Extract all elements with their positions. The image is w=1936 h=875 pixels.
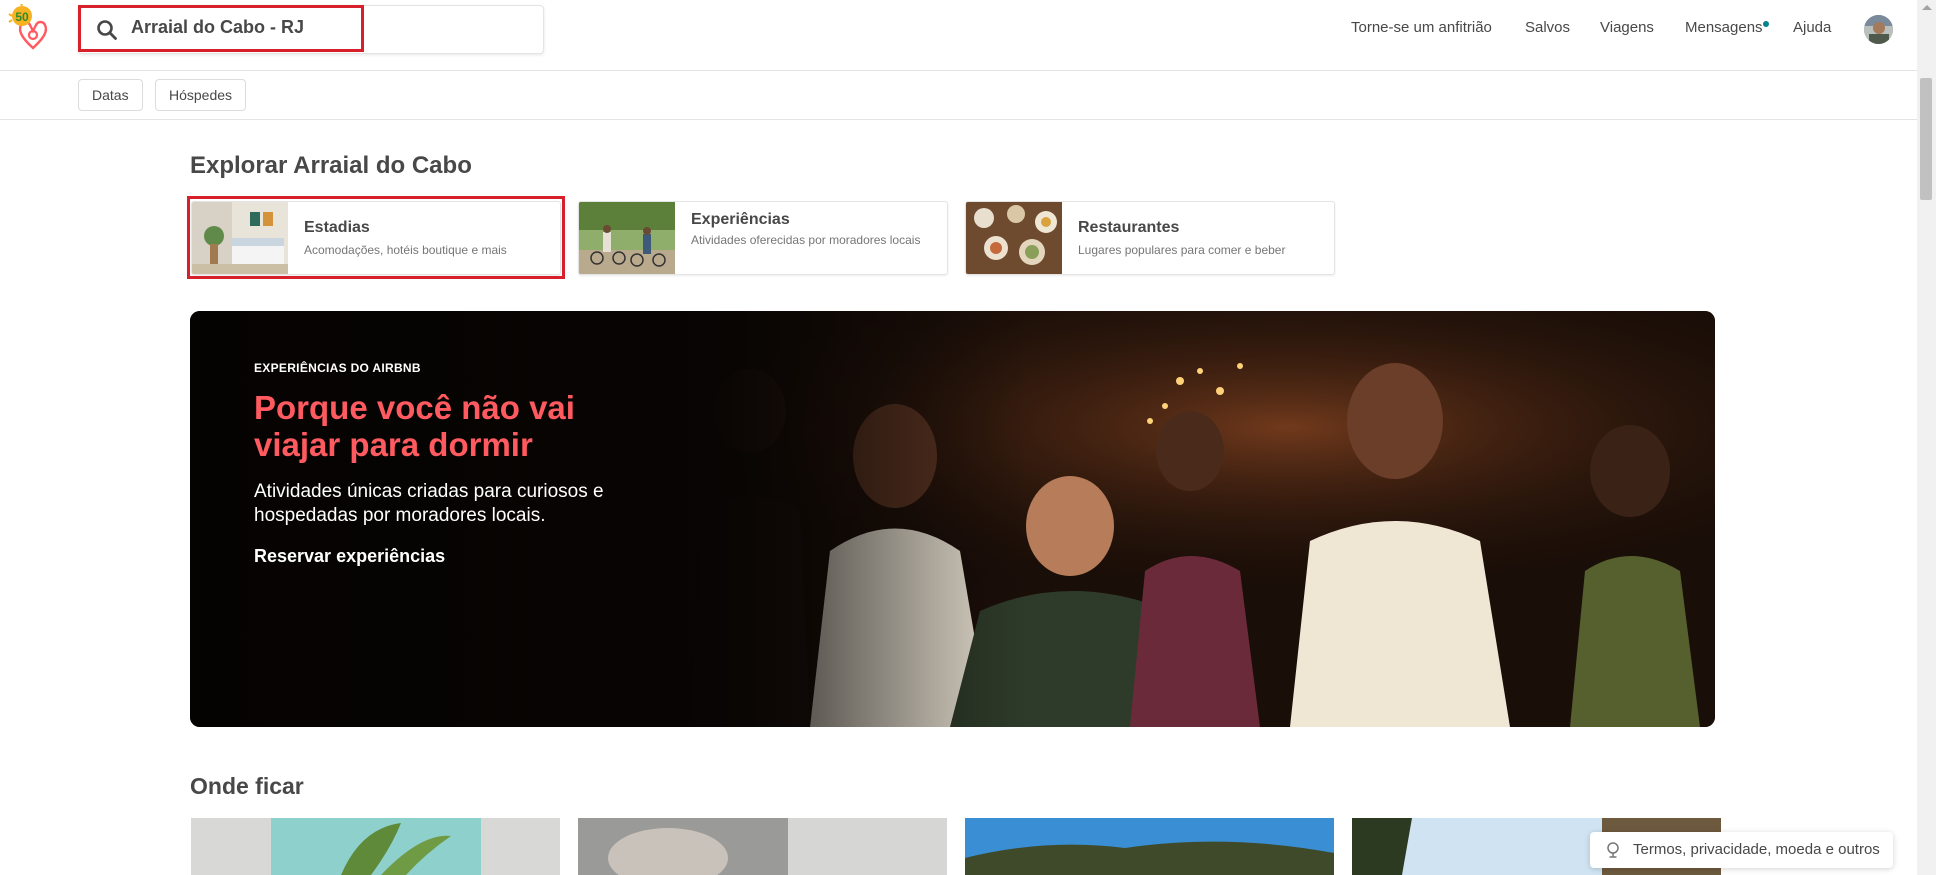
filter-bar: Datas Hóspedes xyxy=(0,71,1917,120)
explore-title: Explorar Arraial do Cabo xyxy=(190,152,472,179)
nav-saved[interactable]: Salvos xyxy=(1525,19,1570,36)
sun-badge: 50 xyxy=(8,4,32,26)
globe-icon xyxy=(1607,842,1619,858)
category-card-experiences[interactable]: Experiências Atividades oferecidas por m… xyxy=(578,201,948,275)
listing-photo xyxy=(965,818,1334,875)
listing-card[interactable] xyxy=(578,818,947,875)
header: 50 Arraial do Cabo - RJ Torne-se um anfi… xyxy=(0,0,1917,71)
listing-card[interactable] xyxy=(965,818,1334,875)
search-query[interactable]: Arraial do Cabo - RJ xyxy=(131,17,304,38)
nav-trips[interactable]: Viagens xyxy=(1600,19,1654,36)
footer-label: Termos, privacidade, moeda e outros xyxy=(1633,841,1880,858)
hero-subtitle: Atividades únicas criadas para curiosos … xyxy=(254,481,604,526)
category-subtitle-stays: Acomodações, hotéis boutique e mais xyxy=(304,243,507,257)
restaurants-thumbnail xyxy=(966,202,1062,274)
terms-privacy-button[interactable]: Termos, privacidade, moeda e outros xyxy=(1590,832,1893,868)
category-card-stays[interactable]: Estadias Acomodações, hotéis boutique e … xyxy=(191,201,561,275)
where-to-stay-title: Onde ficar xyxy=(190,773,304,799)
listing-card[interactable] xyxy=(191,818,560,875)
hero-eyebrow: EXPERIÊNCIAS DO AIRBNB xyxy=(254,361,421,375)
book-experiences-link[interactable]: Reservar experiências xyxy=(254,546,445,567)
dates-filter-button[interactable]: Datas xyxy=(78,79,143,111)
avatar[interactable] xyxy=(1864,15,1893,44)
experiences-thumbnail xyxy=(579,202,675,274)
nav-become-host[interactable]: Torne-se um anfitrião xyxy=(1351,19,1492,36)
scrollbar-thumb[interactable] xyxy=(1920,78,1932,200)
airbnb-logo-icon[interactable]: 50 xyxy=(8,4,58,54)
category-title-experiences: Experiências xyxy=(691,211,790,228)
category-subtitle-restaurants: Lugares populares para comer e beber xyxy=(1078,243,1286,257)
scroll-up-arrow-icon[interactable] xyxy=(1922,5,1932,10)
messages-notification-dot xyxy=(1763,21,1769,27)
listing-photo xyxy=(191,818,560,875)
nav-messages[interactable]: Mensagens xyxy=(1685,19,1763,36)
experiences-hero-banner[interactable]: EXPERIÊNCIAS DO AIRBNB Porque você não v… xyxy=(190,311,1715,727)
logo-badge-text: 50 xyxy=(15,10,29,24)
category-title-stays: Estadias xyxy=(304,219,370,236)
category-card-restaurants[interactable]: Restaurantes Lugares populares para come… xyxy=(965,201,1335,275)
guests-filter-button[interactable]: Hóspedes xyxy=(155,79,247,111)
category-subtitle-experiences: Atividades oferecidas por moradores loca… xyxy=(691,233,921,247)
listing-photo xyxy=(578,818,947,875)
stays-thumbnail xyxy=(192,202,288,274)
category-title-restaurants: Restaurantes xyxy=(1078,219,1180,236)
hero-title: Porque você não vai viajar para dormir xyxy=(254,389,575,463)
nav-help[interactable]: Ajuda xyxy=(1793,19,1831,36)
search-icon xyxy=(97,20,117,40)
